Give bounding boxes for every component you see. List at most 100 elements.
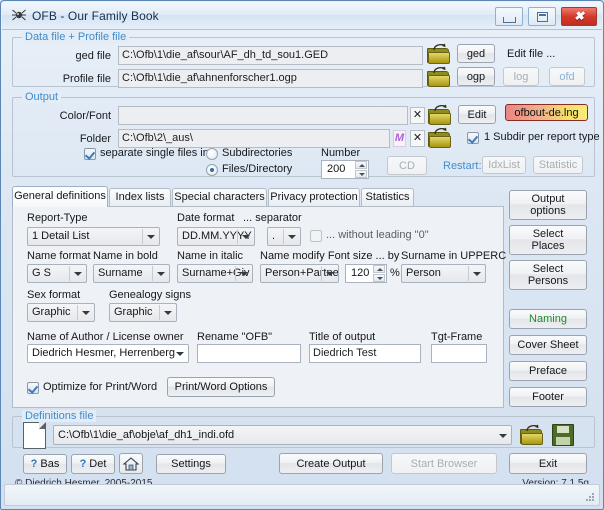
color-font-input[interactable] — [118, 106, 408, 125]
settings-button[interactable]: Settings — [156, 454, 226, 474]
profile-file-label: Profile file — [62, 73, 111, 85]
optimize-print-word-checkbox[interactable] — [27, 382, 39, 394]
number-spinner-up[interactable] — [355, 161, 367, 169]
number-spinner[interactable]: 200 — [321, 160, 369, 179]
report-type-label: Report-Type — [27, 212, 88, 224]
font-size-spinner-down[interactable] — [373, 274, 385, 282]
definitions-file-combo[interactable]: C:\Ofb\1\die_af\obje\af_dh1_indi.ofd — [53, 425, 512, 445]
author-combo[interactable]: Diedrich Hesmer, Herrenberg — [27, 344, 189, 363]
title-of-output-input[interactable]: Diedrich Test — [309, 344, 421, 363]
browse-profile-folder-icon[interactable] — [427, 66, 450, 87]
footer-button[interactable]: Footer — [509, 387, 587, 407]
browse-definitions-folder-icon[interactable] — [520, 424, 543, 445]
status-bar — [4, 484, 600, 506]
genealogy-signs-combo[interactable]: Graphic — [109, 303, 177, 322]
minimize-button[interactable] — [494, 7, 523, 26]
save-icon[interactable] — [552, 424, 574, 446]
tab-index-lists[interactable]: Index lists — [109, 188, 171, 206]
genealogy-signs-value: Graphic — [114, 306, 153, 318]
close-button[interactable]: ✖ — [561, 7, 597, 26]
application-window: OFB - Our Family Book ✖ Data file + Prof… — [0, 0, 604, 510]
preface-button[interactable]: Preface — [509, 361, 587, 381]
restart-label: Restart: — [443, 160, 482, 172]
separate-single-files-label: separate single files into — [100, 147, 219, 159]
without-leading-zero-checkbox[interactable] — [310, 230, 322, 242]
resize-grip[interactable] — [586, 493, 595, 502]
browse-ged-folder-icon[interactable] — [427, 43, 450, 64]
ged-file-input[interactable]: C:\Ofb\1\die_af\sour\AF_dh_td_sou1.GED — [118, 46, 423, 65]
chevron-down-icon — [473, 272, 481, 276]
name-bold-combo[interactable]: Surname — [93, 264, 170, 283]
create-output-button[interactable]: Create Output — [279, 453, 383, 474]
author-value: Diedrich Hesmer, Herrenberg — [32, 347, 176, 359]
clear-folder-icon[interactable]: ✕ — [410, 130, 425, 147]
name-format-combo[interactable]: G S — [27, 264, 87, 283]
cover-sheet-button[interactable]: Cover Sheet — [509, 335, 587, 355]
browse-folder-icon[interactable] — [428, 127, 451, 148]
separate-single-files-checkbox[interactable] — [84, 148, 96, 160]
radio-files-directory[interactable] — [206, 164, 218, 176]
clear-color-font-icon[interactable]: ✕ — [410, 107, 425, 124]
subdir-per-report-checkbox[interactable] — [467, 132, 479, 144]
tab-privacy-protection[interactable]: Privacy protection — [268, 188, 360, 206]
separator-label: ... separator — [243, 212, 302, 224]
help-detail-label: Det — [89, 458, 107, 470]
output-options-button[interactable]: Output options — [509, 190, 587, 220]
date-format-combo[interactable]: DD.MM.YYYY — [177, 227, 255, 246]
ogp-button[interactable]: ogp — [457, 67, 495, 86]
definitions-file-value: C:\Ofb\1\die_af\obje\af_dh1_indi.ofd — [58, 429, 235, 441]
data-profile-group-title: Data file + Profile file — [22, 31, 130, 43]
question-mark-icon: ? — [30, 458, 38, 470]
profile-file-input[interactable]: C:\Ofb\1\die_af\ahnenforscher1.ogp — [118, 69, 423, 88]
select-places-button[interactable]: Select Places — [509, 225, 587, 255]
window-controls: ✖ — [493, 7, 597, 26]
edit-button[interactable]: Edit — [458, 105, 496, 124]
tgt-frame-label: Tgt-Frame — [431, 331, 483, 343]
help-detail-button[interactable]: ? Det — [71, 454, 115, 474]
folder-input[interactable]: C:\Ofb\2\_aus\ — [118, 129, 390, 148]
help-basic-button[interactable]: ? Bas — [23, 454, 67, 474]
print-word-options-button[interactable]: Print/Word Options — [167, 377, 275, 397]
output-group-title: Output — [22, 91, 62, 103]
edit-file-label: Edit file ... — [507, 48, 556, 60]
home-button[interactable] — [119, 453, 143, 474]
language-file-button[interactable]: ofbout-de.lng — [505, 104, 588, 121]
chevron-down-icon — [176, 352, 184, 356]
tab-general-definitions[interactable]: General definitions — [12, 186, 108, 207]
browse-color-font-folder-icon[interactable] — [428, 104, 451, 125]
select-persons-button[interactable]: Select Persons — [509, 260, 587, 290]
surname-uppercase-combo[interactable]: Person — [401, 264, 486, 283]
chevron-down-icon — [326, 272, 334, 276]
separator-combo[interactable]: . — [267, 227, 301, 246]
font-style-m-icon[interactable]: M — [393, 130, 406, 147]
without-leading-zero-label: ... without leading "0" — [326, 229, 429, 241]
font-size-spinner[interactable]: 120 — [345, 264, 387, 283]
name-modify-combo[interactable]: Person+Partner — [260, 264, 339, 283]
exit-button[interactable]: Exit — [509, 453, 587, 474]
name-italic-combo[interactable]: Surname+Giv — [177, 264, 253, 283]
sex-format-label: Sex format — [27, 289, 81, 301]
tab-statistics[interactable]: Statistics — [361, 188, 414, 206]
document-icon — [23, 422, 46, 449]
rename-ofb-input[interactable] — [197, 344, 301, 363]
number-spinner-down[interactable] — [355, 170, 367, 178]
report-type-combo[interactable]: 1 Detail List — [27, 227, 160, 246]
surname-uppercase-value: Person — [406, 267, 441, 279]
name-italic-label: Name in italic — [177, 250, 244, 262]
number-label: Number — [321, 147, 361, 159]
log-button: log — [503, 67, 539, 86]
ged-button[interactable]: ged — [457, 44, 495, 63]
tgt-frame-input[interactable] — [431, 344, 487, 363]
chevron-down-icon — [242, 235, 250, 239]
radio-subdirectories[interactable] — [206, 148, 218, 160]
help-basic-label: Bas — [40, 458, 60, 470]
ged-file-label: ged file — [75, 50, 111, 62]
sex-format-combo[interactable]: Graphic — [27, 303, 95, 322]
font-size-spinner-up[interactable] — [373, 265, 385, 273]
naming-button[interactable]: Naming — [509, 309, 587, 329]
genealogy-signs-label: Genealogy signs — [109, 289, 191, 301]
tab-special-characters[interactable]: Special characters — [172, 188, 267, 206]
optimize-print-word-label: Optimize for Print/Word — [43, 381, 158, 393]
maximize-button[interactable] — [527, 7, 556, 26]
name-bold-value: Surname — [98, 267, 143, 279]
